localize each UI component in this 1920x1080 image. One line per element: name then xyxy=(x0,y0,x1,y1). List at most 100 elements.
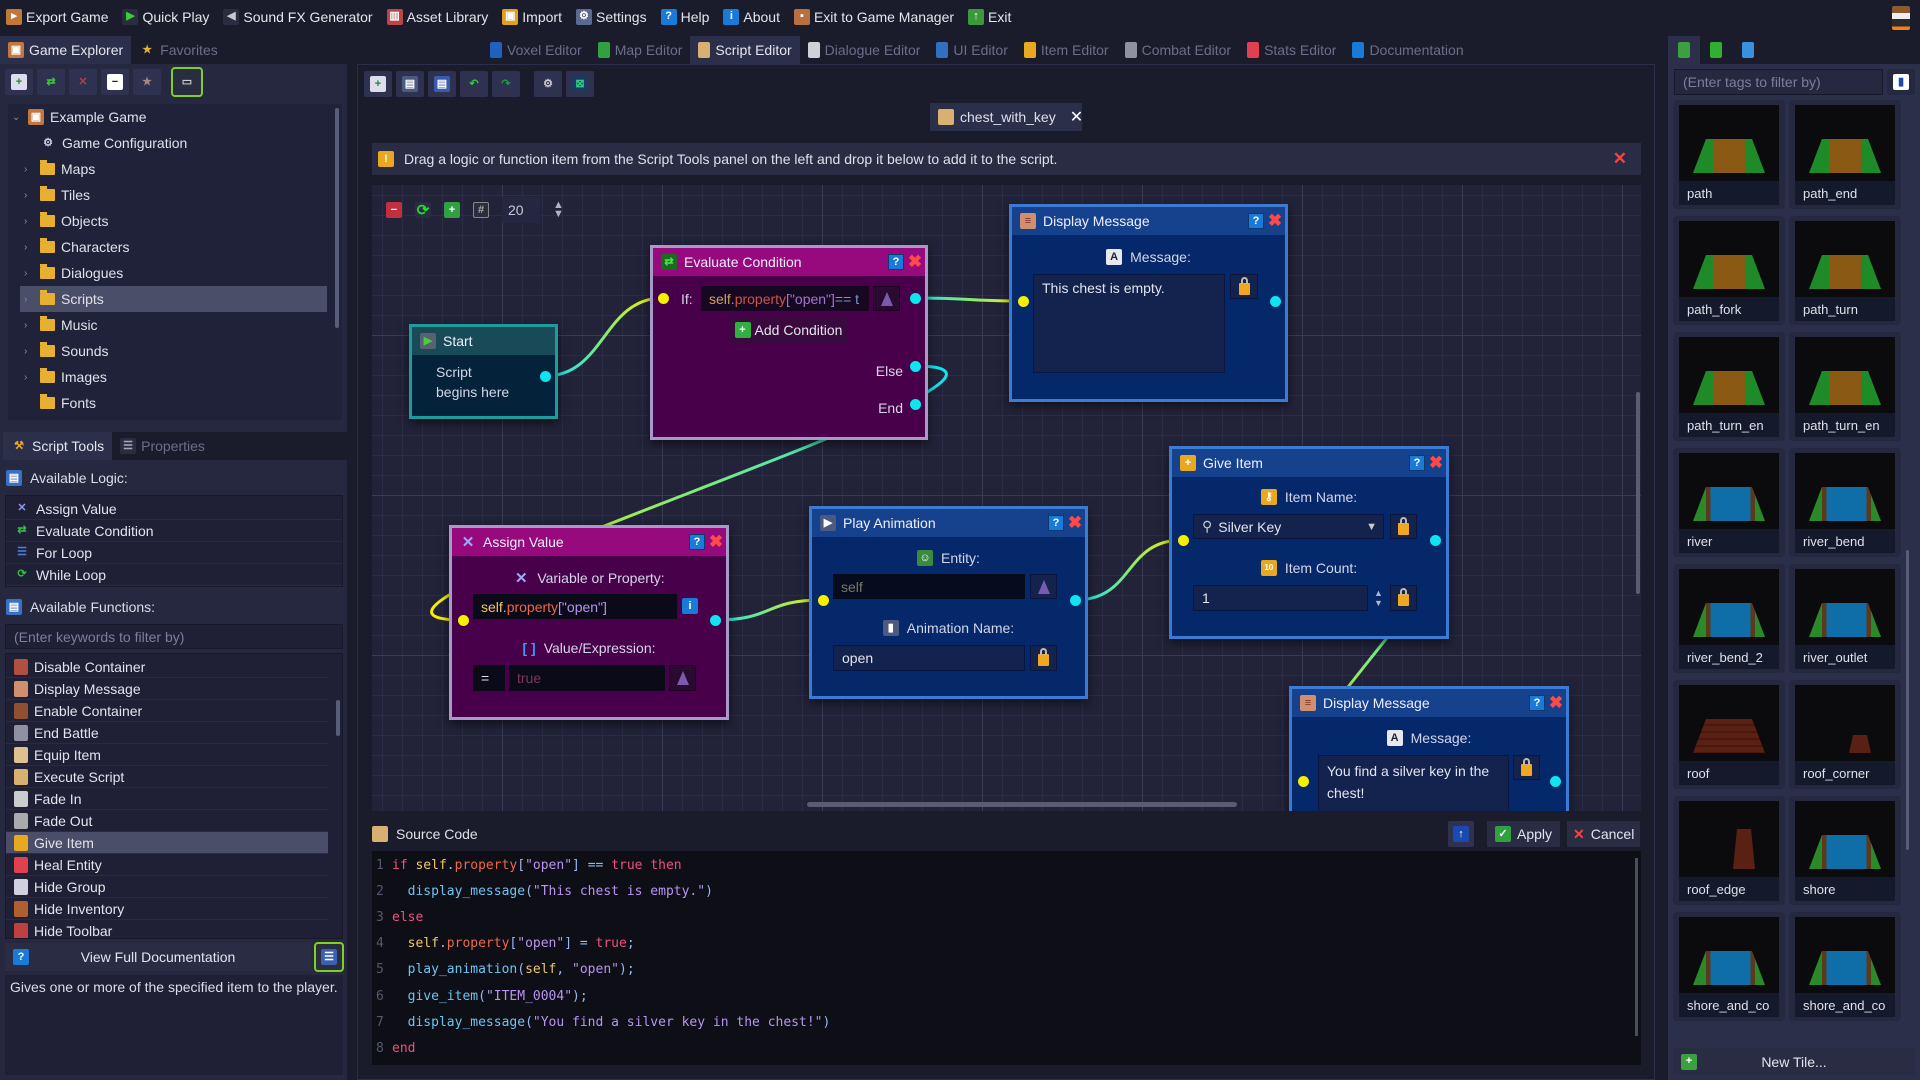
help-icon[interactable]: ? xyxy=(1529,695,1545,711)
menu-exit-to-game-manager[interactable]: ▪ Exit to Game Manager xyxy=(793,8,954,25)
tree-item-game-configuration[interactable]: ⚙ Game Configuration xyxy=(20,130,327,156)
close-node-icon[interactable]: ✖ xyxy=(1267,211,1283,230)
tab-dialogue-editor[interactable]: Dialogue Editor xyxy=(800,36,929,64)
add-condition-button[interactable]: + Add Condition xyxy=(730,317,847,343)
function-item-hide-toolbar[interactable]: Hide Toolbar xyxy=(6,920,328,938)
evaluate-condition-node[interactable]: ⇄ Evaluate Condition ? ✖ If: self. propert… xyxy=(650,245,928,440)
expression-wizard-button[interactable] xyxy=(873,286,900,311)
user-avatar-icon[interactable] xyxy=(1892,6,1910,30)
display2-in-port[interactable] xyxy=(1297,775,1309,787)
animation-name-input[interactable]: open xyxy=(833,645,1025,671)
refresh-button[interactable]: ⇄ xyxy=(37,69,65,95)
tab-properties[interactable]: ☰ Properties xyxy=(112,432,213,460)
tile-path_fork[interactable]: path_fork xyxy=(1673,216,1785,325)
logic-item-while-loop[interactable]: ⟳ While Loop xyxy=(6,564,342,586)
lock-button[interactable] xyxy=(1230,274,1258,299)
tree-item-characters[interactable]: › Characters xyxy=(20,234,327,260)
display1-out-port[interactable] xyxy=(1269,295,1281,307)
chevron-right-icon[interactable]: › xyxy=(24,320,34,331)
give-item-header[interactable]: + Give Item xyxy=(1172,449,1446,477)
function-item-enable-container[interactable]: Enable Container xyxy=(6,700,328,722)
delete-button[interactable]: ✕ xyxy=(69,69,97,95)
tile-shore[interactable]: shore xyxy=(1789,796,1901,905)
connection-play-out-to-give[interactable] xyxy=(1074,538,1184,602)
connection-start-out-to-evaluate[interactable] xyxy=(544,296,664,378)
chevron-down-icon[interactable]: ⌄ xyxy=(12,112,22,123)
start-out-port[interactable] xyxy=(539,370,551,382)
tab-game-explorer[interactable]: ▣ Game Explorer xyxy=(0,36,132,64)
chevron-right-icon[interactable]: › xyxy=(24,190,34,201)
tab-combat-editor[interactable]: Combat Editor xyxy=(1117,36,1239,64)
zoom-reset-icon[interactable]: ⟳ xyxy=(415,202,431,218)
tab-map-editor[interactable]: Map Editor xyxy=(590,36,691,64)
give-out-port[interactable] xyxy=(1429,534,1441,546)
close-node-icon[interactable]: ✖ xyxy=(1428,453,1444,472)
close-tab-icon[interactable]: ✕ xyxy=(1070,107,1083,127)
new-tile-button[interactable]: + New Tile... xyxy=(1673,1048,1915,1075)
display1-in-port[interactable] xyxy=(1017,295,1029,307)
help-icon[interactable]: ? xyxy=(1248,213,1264,229)
play-out-port[interactable] xyxy=(1069,594,1081,606)
variable-input[interactable]: self. property ["open"] xyxy=(473,594,677,619)
functions-filter-input[interactable]: (Enter keywords to filter by) xyxy=(5,624,343,649)
play-animation-header[interactable]: ▶ Play Animation xyxy=(812,509,1085,537)
functions-scrollbar[interactable] xyxy=(336,700,340,736)
code-scrollbar[interactable] xyxy=(1635,858,1638,1036)
message-textarea[interactable]: You find a silver key in the chest! xyxy=(1318,755,1509,811)
tree-item-sounds[interactable]: › Sounds xyxy=(20,338,327,364)
tile-panel-tab[interactable] xyxy=(1668,36,1700,64)
tile-path_turn_en[interactable]: path_turn_en xyxy=(1789,332,1901,441)
menu-asset-library[interactable]: ▥ Asset Library xyxy=(386,8,488,25)
undo-button[interactable]: ↶ xyxy=(460,71,488,97)
tree-item-music[interactable]: › Music xyxy=(20,312,327,338)
cancel-button[interactable]: ✕ Cancel xyxy=(1567,821,1641,847)
tab-script-tools[interactable]: ⚒ Script Tools xyxy=(3,432,113,460)
lock-button[interactable] xyxy=(1030,645,1057,671)
close-node-icon[interactable]: ✖ xyxy=(907,252,923,271)
tile-tag-filter-input[interactable]: (Enter tags to filter by) xyxy=(1674,69,1883,95)
tab-favorites[interactable]: ★ Favorites xyxy=(131,36,226,64)
evaluate-end-port[interactable] xyxy=(909,398,921,410)
collapse-button[interactable]: − xyxy=(101,69,129,95)
tile-river_bend_2[interactable]: river_bend_2 xyxy=(1673,564,1785,673)
evaluate-in-port[interactable] xyxy=(657,292,669,304)
evaluate-else-port[interactable] xyxy=(909,360,921,372)
connection-evaluate-if-to-display1[interactable] xyxy=(914,296,1024,303)
zoom-out-icon[interactable]: − xyxy=(386,202,402,218)
function-item-equip-item[interactable]: Equip Item xyxy=(6,744,328,766)
source-code-editor[interactable]: 1 if self. property["open"] == true then 2 … xyxy=(372,851,1641,1065)
close-node-icon[interactable]: ✖ xyxy=(708,532,724,551)
tree-item-objects[interactable]: › Objects xyxy=(20,208,327,234)
display-message-header[interactable]: ≡ Display Message xyxy=(1012,207,1285,235)
zoom-in-icon[interactable]: + xyxy=(444,202,460,218)
tab-stats-editor[interactable]: Stats Editor xyxy=(1239,36,1344,64)
close-node-icon[interactable]: ✖ xyxy=(1067,513,1083,532)
connection-assign-out-to-play[interactable] xyxy=(714,598,824,622)
entity-input[interactable]: self xyxy=(833,574,1025,599)
evaluate-condition-header[interactable]: ⇄ Evaluate Condition xyxy=(653,248,925,276)
save-as-button[interactable]: ▤ xyxy=(428,71,456,97)
lock-button[interactable] xyxy=(1513,755,1540,780)
function-item-fade-out[interactable]: Fade Out xyxy=(6,810,328,832)
chevron-right-icon[interactable]: › xyxy=(24,242,34,253)
display-message-header[interactable]: ≡ Display Message xyxy=(1292,689,1566,717)
export-code-button[interactable]: ↑ xyxy=(1448,821,1474,847)
evaluate-if-port[interactable] xyxy=(909,292,921,304)
close-node-icon[interactable]: ✖ xyxy=(1548,693,1564,712)
redo-button[interactable]: ↷ xyxy=(492,71,520,97)
link-button[interactable]: ▭ xyxy=(171,67,203,97)
logic-item-for-loop[interactable]: ☰ For Loop xyxy=(6,542,342,564)
assign-out-port[interactable] xyxy=(709,614,721,626)
view-full-documentation-button[interactable]: ? View Full Documentation xyxy=(5,943,311,971)
tree-item-images[interactable]: › Images xyxy=(20,364,327,390)
tree-item-tiles[interactable]: › Tiles xyxy=(20,182,327,208)
tile-path[interactable]: path xyxy=(1673,100,1785,209)
lock-button[interactable] xyxy=(1390,514,1417,539)
menu-settings[interactable]: ⚙ Settings xyxy=(575,8,647,25)
canvas-vertical-scrollbar[interactable] xyxy=(1636,392,1640,594)
help-icon[interactable]: ? xyxy=(888,254,904,270)
play-in-port[interactable] xyxy=(817,594,829,606)
assign-value-header[interactable]: ✕ Assign Value xyxy=(452,528,726,556)
menu-help[interactable]: ? Help xyxy=(660,8,709,25)
favorite-button[interactable]: ★ xyxy=(133,69,161,95)
